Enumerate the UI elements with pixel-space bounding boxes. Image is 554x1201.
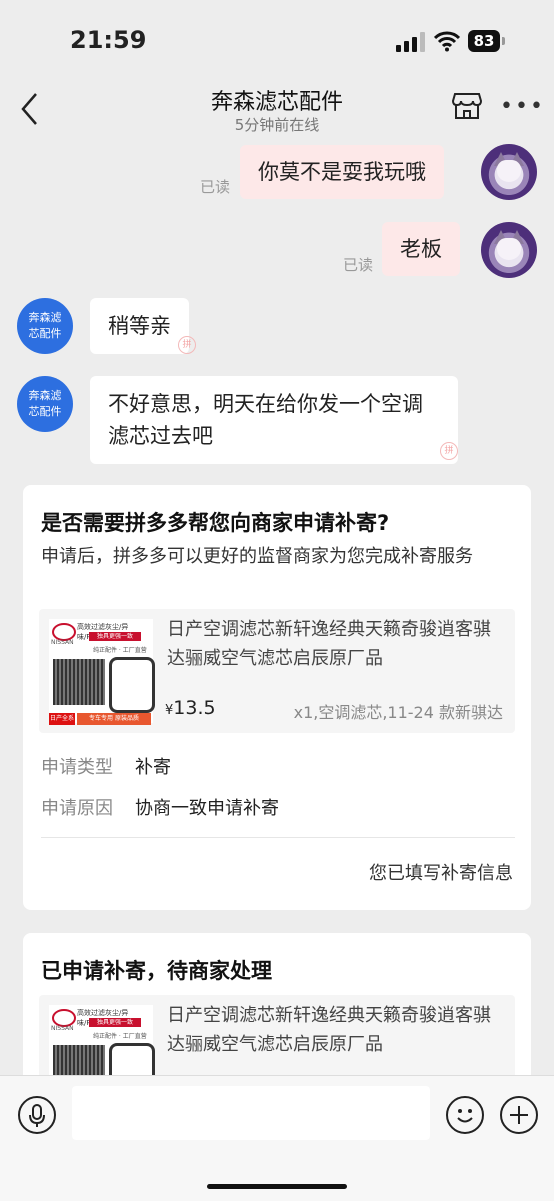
thumb-text: 纯正配件 · 工厂直营: [93, 1033, 147, 1040]
emoji-icon[interactable]: [446, 1096, 484, 1134]
wifi-icon: [434, 31, 460, 52]
product-row[interactable]: NISSAN 高效过滤灰尘/异味/PM2.5 独具更强一致 纯正配件 · 工厂直…: [39, 609, 515, 733]
chat-header: 奔森滤芯配件 5分钟前在线 •••: [0, 80, 554, 138]
filter-image: [53, 659, 105, 705]
shop-avatar-label: 奔森滤芯配件: [28, 311, 62, 340]
thumb-tag: 专车专用 原装品质: [77, 713, 151, 725]
store-icon[interactable]: [450, 88, 484, 122]
request-type-label: 申请类型: [41, 757, 113, 778]
thumb-brand: NISSAN: [51, 1025, 74, 1032]
message-input[interactable]: [72, 1086, 430, 1140]
read-receipt: 已读: [343, 256, 374, 274]
filter-frame-image: [109, 657, 155, 713]
user-avatar[interactable]: [481, 144, 537, 200]
resend-status-card: 已申请补寄，待商家处理 NISSAN 高效过滤灰尘/异味/PM2.5 独具更强一…: [23, 933, 531, 1119]
product-price: ¥13.5: [165, 697, 216, 719]
outgoing-message[interactable]: 老板: [382, 222, 460, 276]
card-title: 是否需要拼多多帮您向商家申请补寄?: [41, 511, 390, 535]
incoming-message[interactable]: 稍等亲: [90, 298, 189, 354]
incoming-message[interactable]: 不好意思，明天在给你发一个空调滤芯过去吧: [90, 376, 458, 464]
read-receipt: 已读: [200, 178, 231, 196]
battery-icon: 83: [468, 30, 500, 52]
plus-icon[interactable]: [500, 1096, 538, 1134]
home-indicator: [207, 1184, 347, 1189]
product-thumbnail: NISSAN 高效过滤灰尘/异味/PM2.5 独具更强一致 纯正配件 · 工厂直…: [49, 619, 155, 725]
price-value: 13.5: [173, 697, 216, 719]
request-reason-label: 申请原因: [41, 798, 113, 819]
microphone-icon[interactable]: [18, 1096, 56, 1134]
chat-input-bar: [0, 1075, 554, 1201]
shop-avatar-label: 奔森滤芯配件: [28, 389, 62, 418]
product-title: 日产空调滤芯新轩逸经典天籁奇骏逍客骐达骊威空气滤芯启辰原厂品: [167, 1005, 491, 1055]
thumb-text: 纯正配件 · 工厂直营: [93, 647, 147, 654]
pdd-watermark-icon: 拼: [440, 442, 458, 460]
product-title: 日产空调滤芯新轩逸经典天籁奇骏逍客骐达骊威空气滤芯启辰原厂品: [167, 619, 491, 669]
pdd-watermark-icon: 拼: [178, 336, 196, 354]
thumb-text: 独具更强一致: [89, 632, 141, 641]
shop-avatar[interactable]: 奔森滤芯配件: [17, 298, 73, 354]
outgoing-message[interactable]: 你莫不是耍我玩哦: [240, 145, 444, 199]
filled-info-link[interactable]: 您已填写补寄信息: [369, 859, 513, 885]
battery-tip: [502, 37, 505, 45]
product-spec: x1,空调滤芯,11-24 款新骐达: [293, 703, 503, 722]
divider: [41, 837, 515, 838]
thumb-text: 独具更强一致: [89, 1018, 141, 1027]
status-bar: 21:59 83: [0, 0, 554, 80]
status-time: 21:59: [70, 26, 147, 54]
request-reason-value: 协商一致申请补寄: [135, 798, 279, 819]
thumb-tag: 日产全系: [49, 713, 75, 725]
cellular-signal-icon: [396, 32, 425, 52]
card-title: 已申请补寄，待商家处理: [41, 959, 272, 983]
card-description: 申请后，拼多多可以更好的监督商家为您完成补寄服务: [41, 546, 473, 567]
user-avatar[interactable]: [481, 222, 537, 278]
request-type-value: 补寄: [135, 757, 171, 778]
shop-avatar[interactable]: 奔森滤芯配件: [17, 376, 73, 432]
thumb-brand: NISSAN: [51, 639, 74, 646]
more-options-icon[interactable]: •••: [500, 94, 543, 119]
resend-request-card: 是否需要拼多多帮您向商家申请补寄? 申请后，拼多多可以更好的监督商家为您完成补寄…: [23, 485, 531, 910]
